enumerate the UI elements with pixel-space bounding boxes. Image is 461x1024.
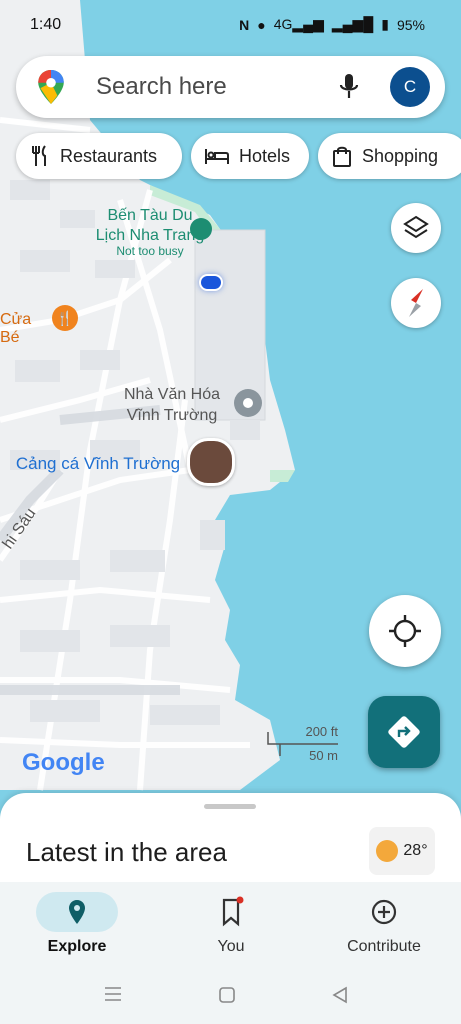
port-label[interactable]: Cảng cá Vĩnh Trường [8, 454, 188, 474]
microphone-icon[interactable] [336, 72, 362, 102]
chip-restaurants-label: Restaurants [60, 145, 158, 166]
nav-you-label: You [217, 938, 245, 955]
compass-button[interactable] [391, 278, 441, 328]
nav-you-icon-wrap [190, 892, 272, 932]
layers-button[interactable] [391, 203, 441, 253]
nav-explore-label: Explore [47, 938, 107, 955]
crosshair-icon [389, 615, 421, 647]
nav-you[interactable]: You [154, 882, 308, 964]
scale-metric: 50 m [309, 748, 338, 763]
back-icon[interactable] [331, 986, 349, 1004]
search-input[interactable]: Search here [96, 73, 227, 101]
compass-icon [409, 289, 423, 317]
chip-restaurants[interactable]: Restaurants [16, 133, 182, 179]
home-icon[interactable] [218, 986, 236, 1004]
culture-house-pin-icon[interactable] [234, 389, 262, 417]
bottom-nav: Explore You Contribute [0, 882, 461, 964]
weather-badge[interactable]: 28° [369, 827, 435, 875]
google-logo: Google [22, 749, 105, 777]
battery-percent: 95% [396, 16, 425, 33]
location-icon: ● [257, 16, 266, 33]
sheet-drag-handle[interactable] [204, 804, 256, 809]
nav-contribute-icon-wrap [343, 892, 425, 932]
my-location-dot [199, 274, 223, 291]
chip-shopping[interactable]: Shopping [318, 133, 461, 179]
battery-icon: ▮ [381, 16, 389, 32]
nav-explore[interactable]: Explore [0, 882, 154, 964]
layers-icon [403, 215, 429, 239]
chip-hotels[interactable]: Hotels [191, 133, 309, 179]
status-time: 1:40 [30, 16, 62, 33]
explore-active-indicator [36, 892, 118, 932]
search-bar[interactable]: Search here C [16, 56, 445, 118]
port-photo-pin[interactable] [187, 438, 235, 486]
fork-knife-icon [32, 145, 46, 166]
restaurant-pin-icon[interactable]: 🍴 [52, 305, 78, 331]
explore-pin-icon [69, 900, 85, 924]
my-location-button[interactable] [369, 595, 441, 667]
nav-contribute-label: Contribute [347, 938, 421, 955]
nfc-icon: N [239, 16, 250, 33]
weather-icon [376, 840, 399, 862]
sheet-title: Latest in the area [26, 837, 227, 867]
bookmark-icon [222, 896, 244, 927]
maps-pin-icon [38, 70, 64, 104]
temperature-value: 28° [403, 842, 428, 859]
restaurant-label[interactable]: Cửa Bé [0, 311, 48, 347]
signal-icon: ▂▄▆█ [331, 16, 374, 32]
nav-contribute[interactable]: Contribute [307, 882, 461, 964]
signal-4g-icon: 4G▂▄▆ [273, 16, 324, 32]
status-icons: N ● 4G▂▄▆ ▂▄▆█ ▮ 95% [239, 16, 425, 33]
shopping-bag-icon [333, 146, 351, 167]
chip-shopping-label: Shopping [362, 145, 439, 166]
culture-house-label[interactable]: Nhà Văn Hóa Vĩnh Trường [112, 384, 232, 426]
ferry-busy-label: Not too busy [116, 244, 184, 258]
ferry-icon[interactable] [190, 218, 212, 240]
system-nav-bar [0, 964, 461, 1024]
bed-icon [205, 149, 229, 164]
google-logo-text: Google [22, 749, 105, 776]
menu-icon[interactable] [103, 986, 123, 1002]
directions-button[interactable] [368, 696, 440, 768]
chip-hotels-label: Hotels [239, 145, 291, 166]
add-circle-icon [371, 899, 397, 925]
map-scale: 200 ft 50 m [266, 722, 340, 766]
account-avatar[interactable]: C [390, 67, 430, 107]
status-bar: 1:40 N ● 4G▂▄▆ ▂▄▆█ ▮ 95% [0, 0, 461, 52]
directions-icon [388, 716, 420, 748]
